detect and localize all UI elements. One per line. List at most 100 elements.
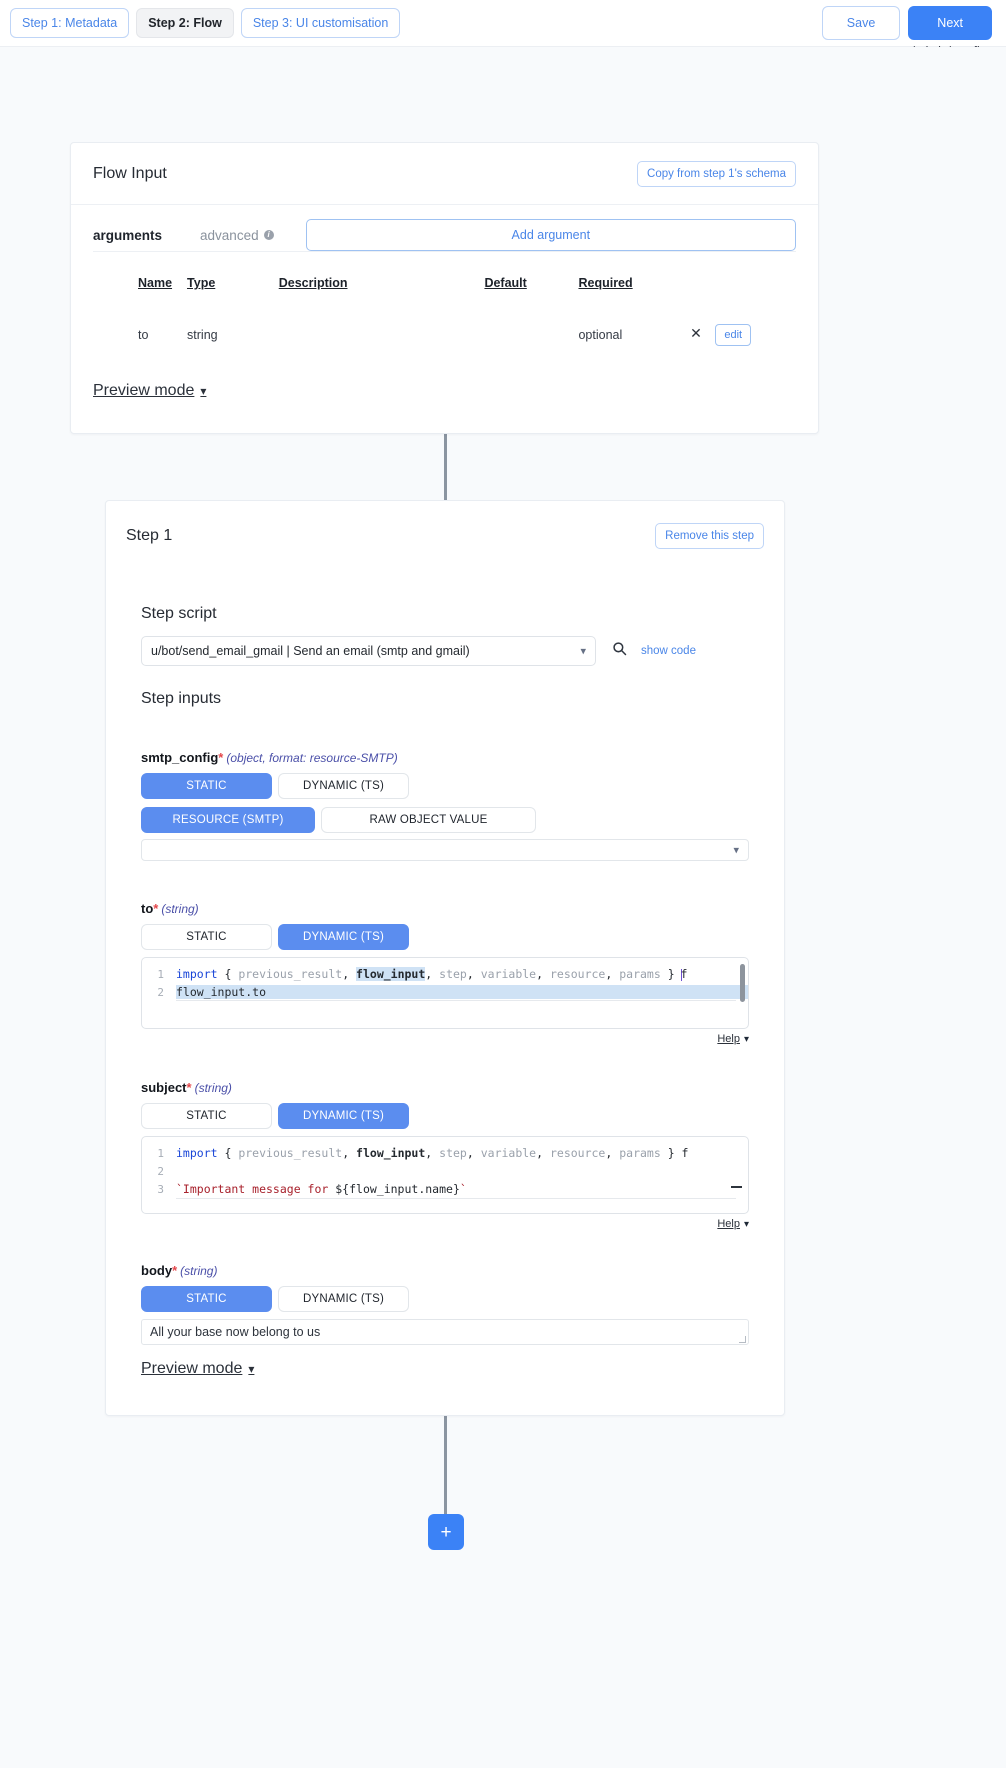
copy-from-step1-schema-button[interactable]: Copy from step 1's schema [637,160,796,187]
add-argument-button[interactable]: Add argument [305,219,796,251]
submode-resource-smtp[interactable]: RESOURCE (SMTP) [141,807,315,833]
step-script-heading: Step script [141,605,217,622]
col-header-name[interactable]: Name [93,264,187,302]
step1-header: Step 1 Remove this step [106,501,784,549]
help-link[interactable]: Help [717,1218,740,1230]
body-textarea[interactable]: All your base now belong to us [141,1319,749,1345]
editor-scrollbar[interactable] [740,964,745,1002]
chevron-down-icon: ▾ [733,844,739,857]
col-header-default[interactable]: Default [484,264,578,302]
code-active-line-divider [176,1198,736,1199]
tab-step3-ui-customisation[interactable]: Step 3: UI customisation [240,7,401,39]
field-name: subject [141,1080,187,1095]
table-header-row: Name Type Description Default Required [93,264,796,302]
tab-step1-metadata[interactable]: Step 1: Metadata [10,7,130,39]
submode-toggle-smtp_config: RESOURCE (SMTP) RAW OBJECT VALUE [141,807,749,833]
editor-scroll-indicator [731,1186,742,1188]
mode-toggle-smtp_config: STATIC DYNAMIC (TS) [141,773,749,799]
col-header-type[interactable]: Type [187,264,279,302]
mode-static-body[interactable]: STATIC [141,1286,272,1312]
help-row-to: Help ▾ [141,1033,749,1045]
flow-canvas: Flow Input Copy from step 1's schema arg… [0,47,1006,1768]
mode-toggle-body: STATIC DYNAMIC (TS) [141,1286,749,1312]
remove-argument-icon[interactable]: ✕ [690,325,712,342]
mode-static-smtp_config[interactable]: STATIC [141,773,272,799]
save-button[interactable]: Save [821,6,901,40]
code-editor-subject[interactable]: 1 import { previous_result, flow_input, … [141,1136,749,1214]
preview-mode-toggle-step1[interactable]: Preview mode ▾ [141,1360,254,1378]
input-field-body: body* (string) STATIC DYNAMIC (TS) All yo… [141,1263,749,1345]
preview-mode-toggle-flowinput[interactable]: Preview mode ▾ [93,382,206,400]
mode-static-to[interactable]: STATIC [141,924,272,950]
top-toolbar: Step 1: Metadata Step 2: Flow Step 3: UI… [0,0,1006,47]
line-number: 1 [157,1146,164,1160]
edit-argument-button[interactable]: edit [715,324,752,346]
col-header-actions [690,264,796,302]
code-line-text: `Important message for ${flow_input.name… [176,1182,467,1196]
body-text-value: All your base now belong to us [150,1325,321,1339]
col-header-required[interactable]: Required [578,264,690,302]
code-editor-to[interactable]: 1 import { previous_result, flow_input, … [141,957,749,1029]
required-asterisk: * [153,901,159,916]
mode-toggle-subject: STATIC DYNAMIC (TS) [141,1103,749,1129]
required-asterisk: * [218,750,224,765]
flow-input-title: Flow Input [93,164,167,182]
mode-toggle-to: STATIC DYNAMIC (TS) [141,924,749,950]
code-line: 3 `Important message for ${flow_input.na… [142,1180,748,1198]
mode-dynamic-smtp_config[interactable]: DYNAMIC (TS) [278,773,409,799]
show-code-link[interactable]: show code [641,645,696,657]
code-line-text: import { previous_result, flow_input, st… [176,967,688,981]
tab-advanced[interactable]: advanced i [200,222,274,249]
line-number: 2 [157,985,164,999]
step1-body: Step script u/bot/send_email_gmail | Sen… [106,605,784,1378]
remove-this-step-button[interactable]: Remove this step [655,523,764,549]
chevron-down-icon: ▾ [200,384,207,398]
line-number: 2 [157,1164,164,1178]
code-line: 2 [142,1162,748,1180]
connector-flowinput-step1 [444,434,447,501]
mode-dynamic-to[interactable]: DYNAMIC (TS) [278,924,409,950]
step1-title: Step 1 [126,527,173,544]
add-step-button[interactable]: + [428,1514,464,1550]
mode-dynamic-subject[interactable]: DYNAMIC (TS) [278,1103,409,1129]
required-asterisk: * [172,1263,178,1278]
chevron-down-icon: ▾ [743,1219,749,1230]
flow-input-preview-wrap: Preview mode ▾ [93,382,796,400]
field-label-subject: subject* (string) [141,1080,749,1095]
code-line: 1 import { previous_result, flow_input, … [142,1144,748,1162]
field-label-body: body* (string) [141,1263,749,1278]
cell-argument-actions: ✕ edit [690,302,796,358]
flow-input-tabs: arguments advanced i Add argument [71,205,818,251]
chevron-down-icon: ▾ [743,1034,749,1045]
tab-step2-flow[interactable]: Step 2: Flow [136,7,234,39]
next-button[interactable]: Next [908,6,992,40]
help-row-subject: Help ▾ [141,1218,749,1230]
cell-argument-required: optional [578,328,623,342]
field-label-smtp_config: smtp_config* (object, format: resource-SM… [141,750,749,765]
field-name: body [141,1263,173,1278]
input-field-to: to* (string) STATIC DYNAMIC (TS) 1 import… [141,901,749,1045]
resource-select-smtp_config[interactable]: ▾ [141,839,749,861]
step-tabs: Step 1: Metadata Step 2: Flow Step 3: UI… [10,7,401,39]
search-icon[interactable] [612,641,627,661]
tab-advanced-label: advanced [200,227,259,243]
mode-dynamic-body[interactable]: DYNAMIC (TS) [278,1286,409,1312]
code-active-line-divider [176,1000,736,1001]
resize-handle-icon[interactable] [739,1336,746,1343]
submode-raw-object-value[interactable]: RAW OBJECT VALUE [321,807,536,833]
input-field-smtp_config: smtp_config* (object, format: resource-SM… [141,750,749,861]
field-type-hint: (string) [180,1264,218,1278]
code-line: 1 import { previous_result, flow_input, … [142,965,748,983]
tab-arguments[interactable]: arguments [93,222,162,249]
preview-mode-label: Preview mode [141,1360,243,1377]
preview-mode-label: Preview mode [93,382,195,399]
field-name: to [141,901,154,916]
required-asterisk: * [186,1080,192,1095]
field-name: smtp_config [141,750,219,765]
col-header-description[interactable]: Description [279,264,485,302]
mode-static-subject[interactable]: STATIC [141,1103,272,1129]
step1-preview-wrap: Preview mode ▾ [141,1360,749,1378]
help-link[interactable]: Help [717,1033,740,1045]
script-select[interactable]: u/bot/send_email_gmail | Send an email (… [141,636,596,666]
input-field-subject: subject* (string) STATIC DYNAMIC (TS) 1 i… [141,1080,749,1230]
